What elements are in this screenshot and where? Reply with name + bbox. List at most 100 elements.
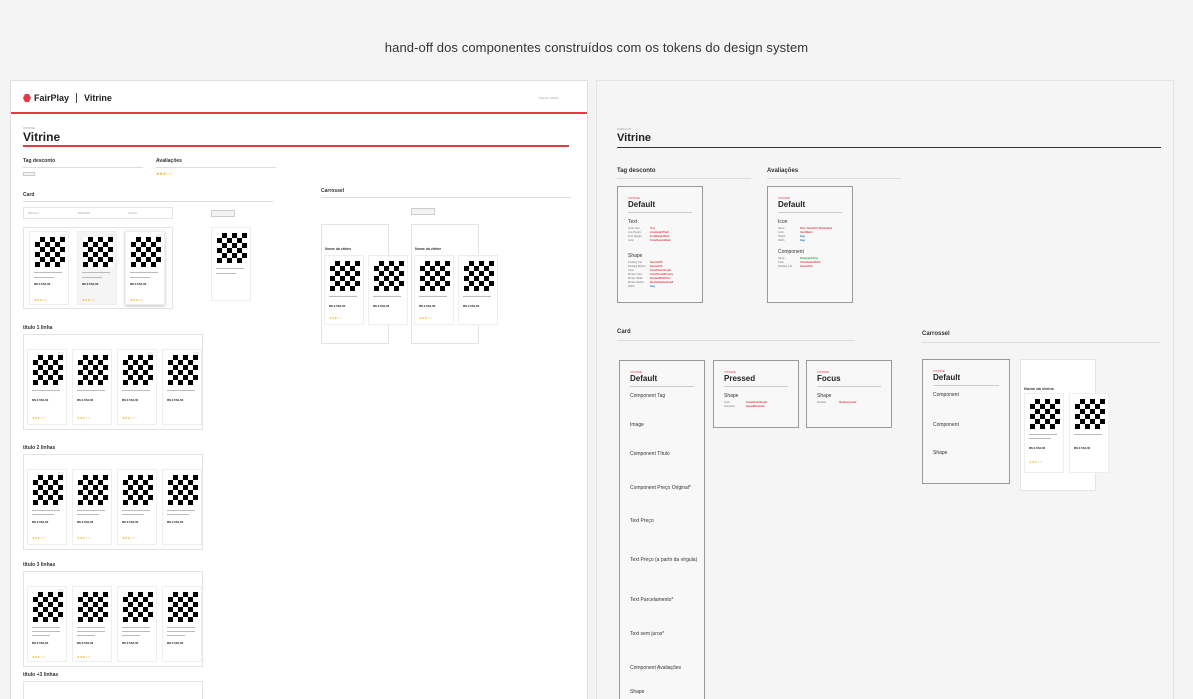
- title-line: [34, 277, 54, 278]
- spec-group: Component: [778, 249, 804, 255]
- product-card[interactable]: R$ 2.564,00 ★★★☆☆: [27, 586, 67, 662]
- title-line: [82, 277, 102, 278]
- product-card[interactable]: R$ 2.564,00 ★★★☆☆: [27, 469, 67, 545]
- spec-title: Default: [628, 200, 656, 209]
- product-card[interactable]: R$ 2.564,00 ★★★☆☆: [72, 586, 112, 662]
- tag-desconto-label: Tag desconto: [23, 158, 56, 164]
- discount-tag: [58, 472, 64, 475]
- product-card[interactable]: R$ 2.564,00 ★★★☆☆: [117, 469, 157, 545]
- product-card[interactable]: R$ 2.564,00 ★★★☆☆: [117, 349, 157, 425]
- title-line: [122, 627, 150, 628]
- carrossel-label: Carrossel: [321, 188, 345, 194]
- title-line: [32, 635, 50, 636]
- divider: [933, 385, 999, 386]
- spec-prop: Transition: [724, 405, 735, 408]
- spec-group: Shape: [630, 689, 645, 695]
- title-line: [1029, 434, 1057, 435]
- product-card[interactable]: R$ 2.564,00: [458, 255, 498, 325]
- product-price: R$ 2.564,00: [122, 398, 139, 402]
- product-card-focus[interactable]: R$ 2.564,00 ★★★☆☆: [125, 231, 165, 305]
- spec-token: FontWeightBold: [650, 235, 670, 238]
- product-image: [374, 261, 404, 291]
- product-card[interactable]: R$ 2.564,00: [117, 586, 157, 662]
- spec-prop: Color: [628, 269, 634, 272]
- spec-token: LineHeightTight: [650, 231, 669, 234]
- product-image: [78, 592, 108, 622]
- product-price: R$ 2.564,00: [419, 304, 436, 308]
- product-card[interactable]: R$ 2.564,00: [162, 349, 202, 425]
- spec-token: SpaceXXS: [650, 265, 663, 268]
- product-card[interactable]: R$ 2.564,00: [162, 586, 202, 662]
- brand-name: FairPlay: [34, 93, 70, 103]
- product-card[interactable]: R$ 2.564,00: [1069, 393, 1109, 473]
- spec-token: AlertWarm: [800, 231, 813, 234]
- product-image: [1030, 399, 1060, 429]
- product-card-placeholder[interactable]: [211, 227, 251, 301]
- spec-title: Focus: [817, 374, 841, 383]
- product-image: [168, 592, 198, 622]
- product-card[interactable]: R$ 2.564,00 ★★★☆☆: [414, 255, 454, 325]
- spec-group: Text sem juros*: [630, 631, 665, 637]
- spec-prop: Name: [778, 257, 785, 260]
- title-line: [77, 627, 105, 628]
- col-focus: FOCUS: [128, 212, 137, 215]
- carousel-title: Nome da vitrine: [1024, 386, 1055, 391]
- product-price: R$ 2.564,00: [373, 304, 390, 308]
- col-pressed: PRESSED: [78, 212, 90, 215]
- title-line: [216, 268, 244, 269]
- product-card[interactable]: R$ 2.564,00 ★★★☆☆: [72, 469, 112, 545]
- spec-token: BorderRadiusSmall: [650, 281, 674, 284]
- spec-title: Default: [778, 200, 806, 209]
- rating-stars: ★★★☆☆: [122, 536, 136, 540]
- card-focus-spec: VITRINE Focus Shape Shadow ShadowLevel2: [806, 360, 892, 428]
- rating-stars: ★★★☆☆: [329, 316, 343, 320]
- carousel-default-spec: VITRINE Default Component Component Shap…: [922, 359, 1010, 484]
- spec-group: Component Título: [630, 451, 670, 457]
- spec-token: Star / StarHalf / StarOutline: [800, 227, 833, 230]
- spec-group: Component: [933, 422, 959, 428]
- title-line: [77, 514, 99, 515]
- carousel-preview: Nome da vitrine R$ 2.564,00 ★★★☆☆ R$ 2.56…: [1020, 359, 1109, 491]
- spec-prop: Border Color: [628, 273, 643, 276]
- fairplay-logo-icon: [23, 94, 31, 102]
- product-price: R$ 2.564,00: [122, 641, 139, 645]
- product-card[interactable]: R$ 2.564,00 ★★★☆☆: [29, 231, 69, 305]
- product-image: [464, 261, 494, 291]
- product-card[interactable]: R$ 2.564,00: [368, 255, 408, 325]
- product-image: [123, 355, 153, 385]
- discount-tag: [60, 234, 66, 237]
- rating-stars: ★★★☆☆: [32, 416, 46, 420]
- discount-tag: [193, 352, 199, 355]
- title-line: [216, 273, 236, 274]
- spec-prop: Color: [628, 239, 634, 242]
- product-image: [123, 475, 153, 505]
- spec-group: Shape: [817, 393, 832, 399]
- title-line: [77, 510, 105, 511]
- product-card[interactable]: R$ 2.564,00: [162, 469, 202, 545]
- spec-token: Hug: [800, 235, 805, 238]
- product-image: [83, 237, 113, 267]
- divider: [767, 178, 901, 179]
- title-line: [1029, 438, 1051, 439]
- section-title: Vitrine: [617, 132, 652, 144]
- product-card-pressed[interactable]: R$ 2.564,00 ★★★☆☆: [77, 231, 117, 305]
- avaliacoes-label: Avaliações: [156, 158, 182, 164]
- product-card[interactable]: R$ 2.564,00 ★★★☆☆: [72, 349, 112, 425]
- product-card[interactable]: R$ 2.564,00 ★★★☆☆: [1024, 393, 1064, 473]
- product-card[interactable]: R$ 2.564,00 ★★★☆☆: [324, 255, 364, 325]
- breadcrumb[interactable]: Tokens / Vitrine: [539, 96, 559, 100]
- spec-title: Default: [630, 374, 658, 383]
- divider: [617, 340, 855, 341]
- product-image: [330, 261, 360, 291]
- spec-group: Component Avaliações: [630, 665, 682, 671]
- spec-prop: Font Weight: [628, 235, 642, 238]
- spec-prop: Color: [778, 231, 784, 234]
- title-line: [34, 272, 62, 273]
- product-card[interactable]: R$ 2.564,00 ★★★☆☆: [27, 349, 67, 425]
- title-line: [122, 390, 150, 391]
- product-image: [33, 355, 63, 385]
- card-states-frame: R$ 2.564,00 ★★★☆☆ R$ 2.564,00 ★★★☆☆ R$ 2.5…: [23, 227, 173, 309]
- spec-token: BorderWidthThin: [650, 277, 671, 280]
- spec-prop: Border Width: [628, 277, 643, 280]
- rating-stars: ★★★☆☆: [32, 536, 46, 540]
